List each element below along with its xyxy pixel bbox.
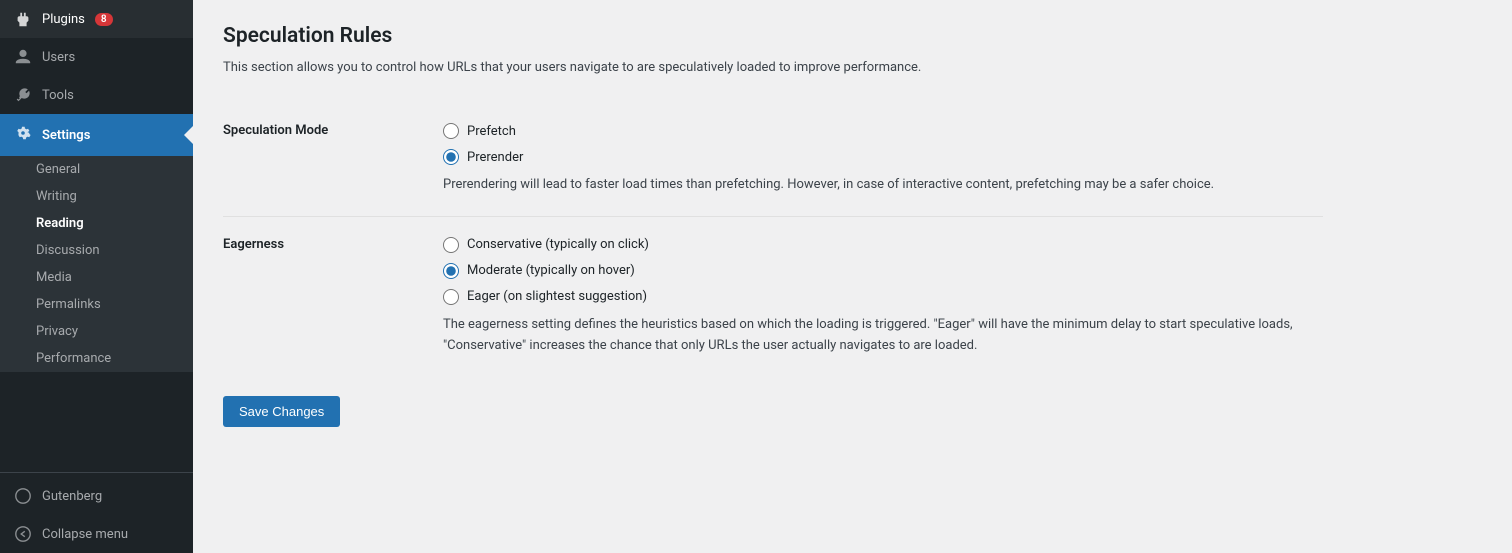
users-icon	[14, 48, 32, 66]
sidebar-item-performance[interactable]: Performance	[0, 345, 193, 372]
eagerness-options: Conservative (typically on click) Modera…	[443, 216, 1323, 376]
prerender-label[interactable]: Prerender	[467, 150, 523, 165]
sidebar-item-collapse[interactable]: Collapse menu	[0, 515, 193, 553]
prefetch-option[interactable]: Prefetch	[443, 123, 1323, 139]
section-description: This section allows you to control how U…	[223, 60, 1123, 75]
moderate-option[interactable]: Moderate (typically on hover)	[443, 263, 1323, 279]
speculation-mode-label: Speculation Mode	[223, 103, 443, 216]
speculation-mode-description: Prerendering will lead to faster load ti…	[443, 175, 1303, 196]
settings-group: Settings General Writing Reading Discuss…	[0, 114, 193, 372]
plugins-badge: 8	[95, 13, 113, 26]
prerender-option[interactable]: Prerender	[443, 149, 1323, 165]
eagerness-description: The eagerness setting defines the heuris…	[443, 315, 1303, 357]
sidebar-item-general[interactable]: General	[0, 156, 193, 183]
settings-active-indicator	[184, 125, 193, 145]
sidebar-item-permalinks[interactable]: Permalinks	[0, 291, 193, 318]
sidebar-item-users[interactable]: Users	[0, 38, 193, 76]
sidebar-item-settings[interactable]: Settings	[0, 114, 193, 156]
conservative-radio[interactable]	[443, 237, 459, 253]
eagerness-label: Eagerness	[223, 216, 443, 376]
sidebar-item-gutenberg[interactable]: Gutenberg	[0, 477, 193, 515]
eager-radio[interactable]	[443, 289, 459, 305]
settings-sub-menu: General Writing Reading Discussion Media…	[0, 156, 193, 372]
gutenberg-label: Gutenberg	[42, 489, 102, 504]
sidebar-item-tools[interactable]: Tools	[0, 76, 193, 114]
eager-label[interactable]: Eager (on slightest suggestion)	[467, 289, 647, 304]
sidebar-item-privacy[interactable]: Privacy	[0, 318, 193, 345]
plugins-icon	[14, 10, 32, 28]
page-title: Speculation Rules	[223, 24, 1482, 48]
tools-label: Tools	[42, 88, 74, 103]
settings-icon	[14, 124, 32, 146]
sidebar-item-media[interactable]: Media	[0, 264, 193, 291]
conservative-option[interactable]: Conservative (typically on click)	[443, 237, 1323, 253]
settings-form: Speculation Mode Prefetch Prerender Prer…	[223, 103, 1323, 376]
prefetch-label[interactable]: Prefetch	[467, 124, 516, 139]
sidebar-item-writing[interactable]: Writing	[0, 183, 193, 210]
moderate-radio[interactable]	[443, 263, 459, 279]
main-content: Speculation Rules This section allows yo…	[193, 0, 1512, 553]
eagerness-row: Eagerness Conservative (typically on cli…	[223, 216, 1323, 376]
moderate-label[interactable]: Moderate (typically on hover)	[467, 263, 635, 278]
sidebar-bottom: Gutenberg Collapse menu	[0, 472, 193, 553]
save-button[interactable]: Save Changes	[223, 396, 340, 427]
sidebar: Plugins 8 Users Tools Settings General W…	[0, 0, 193, 553]
speculation-mode-options: Prefetch Prerender Prerendering will lea…	[443, 103, 1323, 216]
settings-label: Settings	[42, 128, 90, 143]
sidebar-item-discussion[interactable]: Discussion	[0, 237, 193, 264]
conservative-label[interactable]: Conservative (typically on click)	[467, 237, 649, 252]
sidebar-item-plugins[interactable]: Plugins 8	[0, 0, 193, 38]
plugins-label: Plugins	[42, 12, 85, 27]
prefetch-radio[interactable]	[443, 123, 459, 139]
gutenberg-icon	[14, 487, 32, 505]
tools-icon	[14, 86, 32, 104]
prerender-radio[interactable]	[443, 149, 459, 165]
collapse-icon	[14, 525, 32, 543]
sidebar-item-reading[interactable]: Reading	[0, 210, 193, 237]
speculation-mode-row: Speculation Mode Prefetch Prerender Prer…	[223, 103, 1323, 216]
eager-option[interactable]: Eager (on slightest suggestion)	[443, 289, 1323, 305]
users-label: Users	[42, 50, 75, 65]
collapse-label: Collapse menu	[42, 527, 128, 542]
